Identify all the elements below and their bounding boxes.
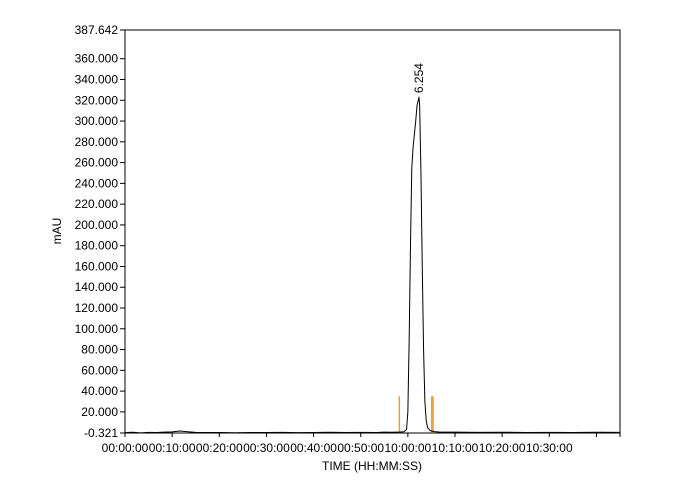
y-tick-label: 100.000 [75, 322, 119, 336]
y-tick-label: 220.000 [75, 197, 119, 211]
y-tick-label: 200.000 [75, 218, 119, 232]
y-tick-label: 60.000 [81, 363, 118, 377]
x-tick-label: 00:30:00 [243, 441, 290, 455]
peak-labels: 6.254 [412, 63, 426, 93]
y-tick-label: 280.000 [75, 135, 119, 149]
plot-frame [124, 29, 621, 434]
y-tick-label: 320.000 [75, 93, 119, 107]
y-tick-label: 180.000 [75, 239, 119, 253]
y-axis: -0.321 20.000 40.000 60.000 80.000 100.000 120… [75, 23, 125, 440]
y-tick-label: 20.000 [81, 405, 118, 419]
x-tick-label: 00:20:00 [196, 441, 243, 455]
y-tick-label: 300.000 [75, 114, 119, 128]
x-tick-label: 10:10:00 [432, 441, 479, 455]
x-tick-label: 10:30:00 [526, 441, 573, 455]
x-tick-label: 10:00:00 [384, 441, 431, 455]
x-tick-label: 00:40:00 [290, 441, 337, 455]
x-axis-title: TIME (HH:MM:SS) [322, 459, 422, 473]
y-tick-label: 40.000 [81, 384, 118, 398]
y-tick-label: 140.000 [75, 280, 119, 294]
peak-label: 6.254 [412, 63, 426, 93]
x-tick-label: 00:50:00 [337, 441, 384, 455]
x-axis: 00:00:00 00:10:00 00:20:00 00:30:00 00:40:00… [102, 433, 621, 455]
series-group [124, 96, 621, 434]
x-tick-label: 00:00:00 [102, 441, 149, 455]
chromatogram-chart: -0.321 20.000 40.000 60.000 80.000 100.000 120… [50, 23, 621, 473]
y-tick-label: 340.000 [75, 72, 119, 86]
y-tick-label: 360.000 [75, 52, 119, 66]
y-tick-label: 260.000 [75, 156, 119, 170]
x-tick-label: 00:10:00 [149, 441, 196, 455]
y-axis-title: mAU [50, 218, 64, 245]
y-tick-label: 160.000 [75, 259, 119, 273]
y-tick-label: 387.642 [75, 23, 119, 37]
series-line [124, 96, 621, 434]
y-tick-label: 120.000 [75, 301, 119, 315]
x-tick-label: 10:20:00 [479, 441, 526, 455]
y-tick-label: -0.321 [84, 426, 118, 440]
y-tick-label: 240.000 [75, 176, 119, 190]
y-tick-label: 80.000 [81, 343, 118, 357]
